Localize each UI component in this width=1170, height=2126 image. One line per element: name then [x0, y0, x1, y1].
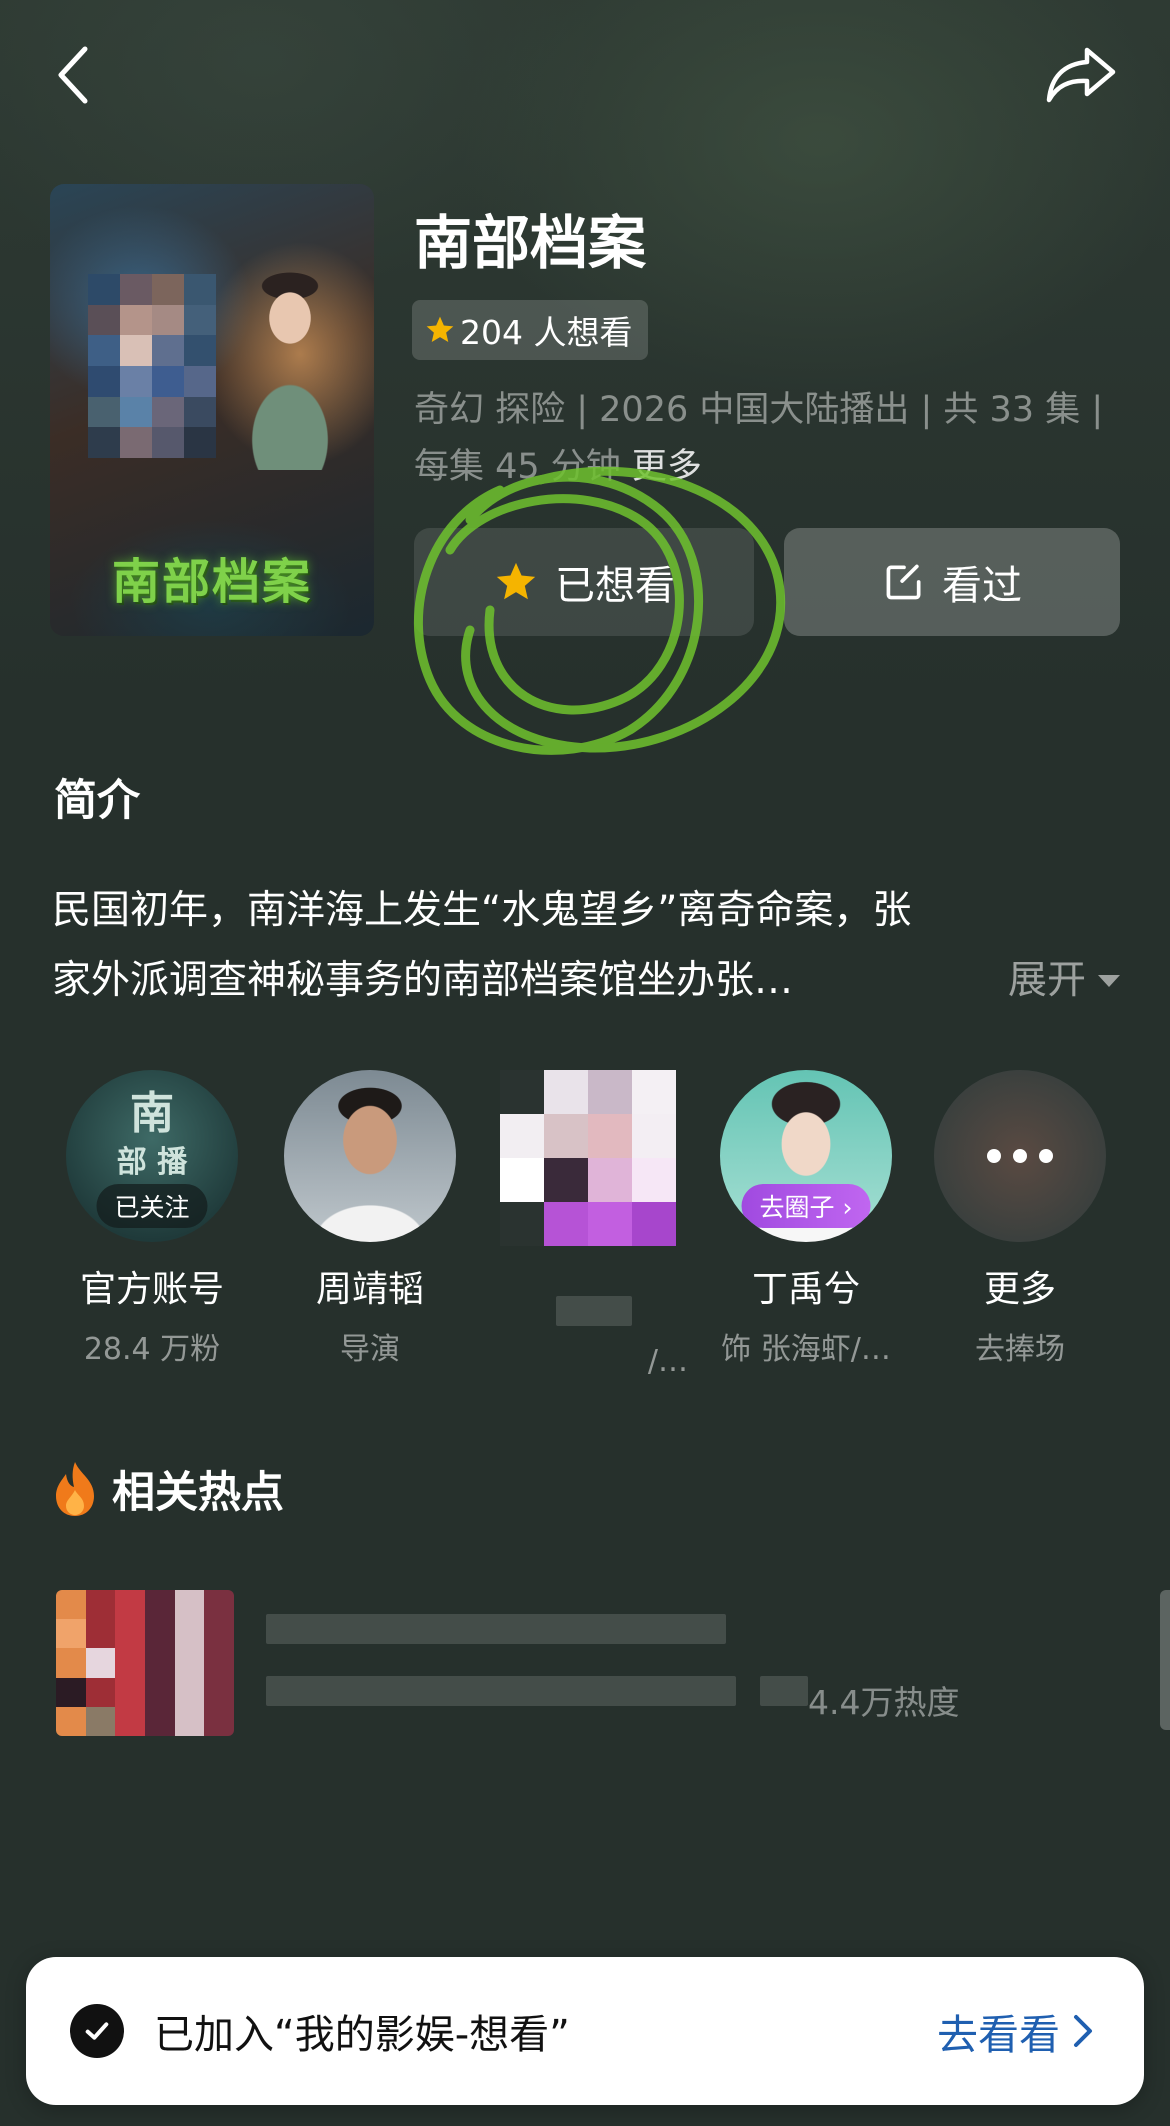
want-count-badge: 204 人想看 [412, 300, 649, 360]
cast-role: 去捧场 [975, 1332, 1065, 1367]
cast-member-pixelated[interactable]: /… [488, 1070, 688, 1379]
want-count-text: 204 人想看 [460, 313, 633, 352]
intro-line-2: 家外派调查神秘事务的南部档案馆坐办张… [52, 958, 794, 1003]
want-button-label: 已想看 [555, 563, 675, 609]
back-button[interactable] [28, 30, 118, 120]
hot-topic-thumbnail [56, 1590, 234, 1736]
intro-text: 民国初年，南洋海上发生“水鬼望乡”离奇命案，张 家外派调查神秘事务的南部档案馆坐… [52, 876, 1122, 1016]
show-poster[interactable]: 南部档案 [50, 184, 374, 636]
cast-official-account[interactable]: 南部 播 已关注 官方账号 28.4 万粉 [52, 1070, 252, 1368]
share-arrow-icon [1046, 47, 1116, 103]
hot-topics-heading: 相关热点 [112, 1468, 284, 1518]
pixelated-face [88, 274, 216, 458]
chevron-right-icon [1074, 2015, 1092, 2047]
cast-director[interactable]: 周靖韬 导演 [270, 1070, 470, 1368]
intro-heading: 简介 [54, 776, 140, 826]
avatar: 南部 播 已关注 [66, 1070, 238, 1242]
flame-icon [56, 1462, 94, 1516]
poster-title: 南部档案 [111, 554, 312, 610]
expand-label: 展开 [1007, 958, 1086, 1003]
expand-button[interactable]: 展开 [1008, 946, 1122, 1016]
meta-text: 奇幻 探险 | 2026 中国大陆播出 | 共 33 集 | 每集 45 分钟 [414, 390, 1104, 487]
want-to-watch-button[interactable]: 已想看 [414, 528, 754, 636]
triangle-down-icon [1098, 975, 1120, 987]
show-meta: 奇幻 探险 | 2026 中国大陆播出 | 共 33 集 | 每集 45 分钟 … [414, 382, 1134, 496]
cast-role: 28.4 万粉 [83, 1332, 221, 1367]
go-view-label: 去看看 [937, 2011, 1060, 2059]
avatar [284, 1070, 456, 1242]
check-icon [70, 2004, 124, 2058]
added-to-watchlist-toast: 已加入“我的影娱-想看” 去看看 [26, 1957, 1144, 2105]
more-dots-icon [1013, 1149, 1027, 1163]
poster-character [230, 270, 350, 470]
cast-role: 饰 张海虾/… [721, 1332, 891, 1367]
redacted-topic-prefix [760, 1676, 808, 1706]
more-avatar [934, 1070, 1106, 1242]
go-to-circle-badge[interactable]: 去圈子 › [741, 1184, 871, 1228]
cast-role: /… [647, 1344, 688, 1379]
redacted-topic-title [266, 1614, 726, 1644]
redacted-name [556, 1296, 632, 1326]
hot-topics-header: 相关热点 [50, 1458, 284, 1520]
toast-message: 已加入“我的影娱-想看” [154, 2012, 570, 2058]
cast-name: 周靖韬 [315, 1269, 424, 1310]
watched-button[interactable]: 看过 [784, 528, 1120, 636]
followed-badge: 已关注 [96, 1184, 208, 1228]
cast-role: 导演 [340, 1332, 400, 1367]
edit-icon [886, 564, 921, 600]
cast-name: 官方账号 [79, 1269, 224, 1310]
go-view-link[interactable]: 去看看 [937, 1957, 1094, 2105]
avatar-logo: 南部 播 [116, 1088, 188, 1181]
pixelated-avatar [500, 1070, 676, 1246]
hot-topic-metric: 4.4万热度 [808, 1683, 960, 1722]
star-icon [496, 562, 536, 600]
cast-actor-ding[interactable]: 去圈子 › 丁禹兮 饰 张海虾/… [706, 1070, 906, 1368]
avatar: 去圈子 › [720, 1070, 892, 1242]
cast-more[interactable]: 更多 去捧场 [920, 1070, 1120, 1368]
next-hot-topic-peek[interactable] [1160, 1590, 1170, 1730]
redacted-topic-subtitle [266, 1676, 736, 1706]
share-button[interactable] [1036, 30, 1126, 120]
cast-name: 更多 [983, 1269, 1056, 1310]
page-title: 南部档案 [414, 209, 647, 277]
meta-more-link[interactable]: 更多 [632, 447, 702, 487]
intro-line-1: 民国初年，南洋海上发生“水鬼望乡”离奇命案，张 [52, 888, 912, 933]
star-icon [426, 316, 454, 342]
cast-name: 丁禹兮 [751, 1269, 860, 1310]
watched-button-label: 看过 [942, 563, 1022, 609]
chevron-left-icon [58, 46, 88, 104]
